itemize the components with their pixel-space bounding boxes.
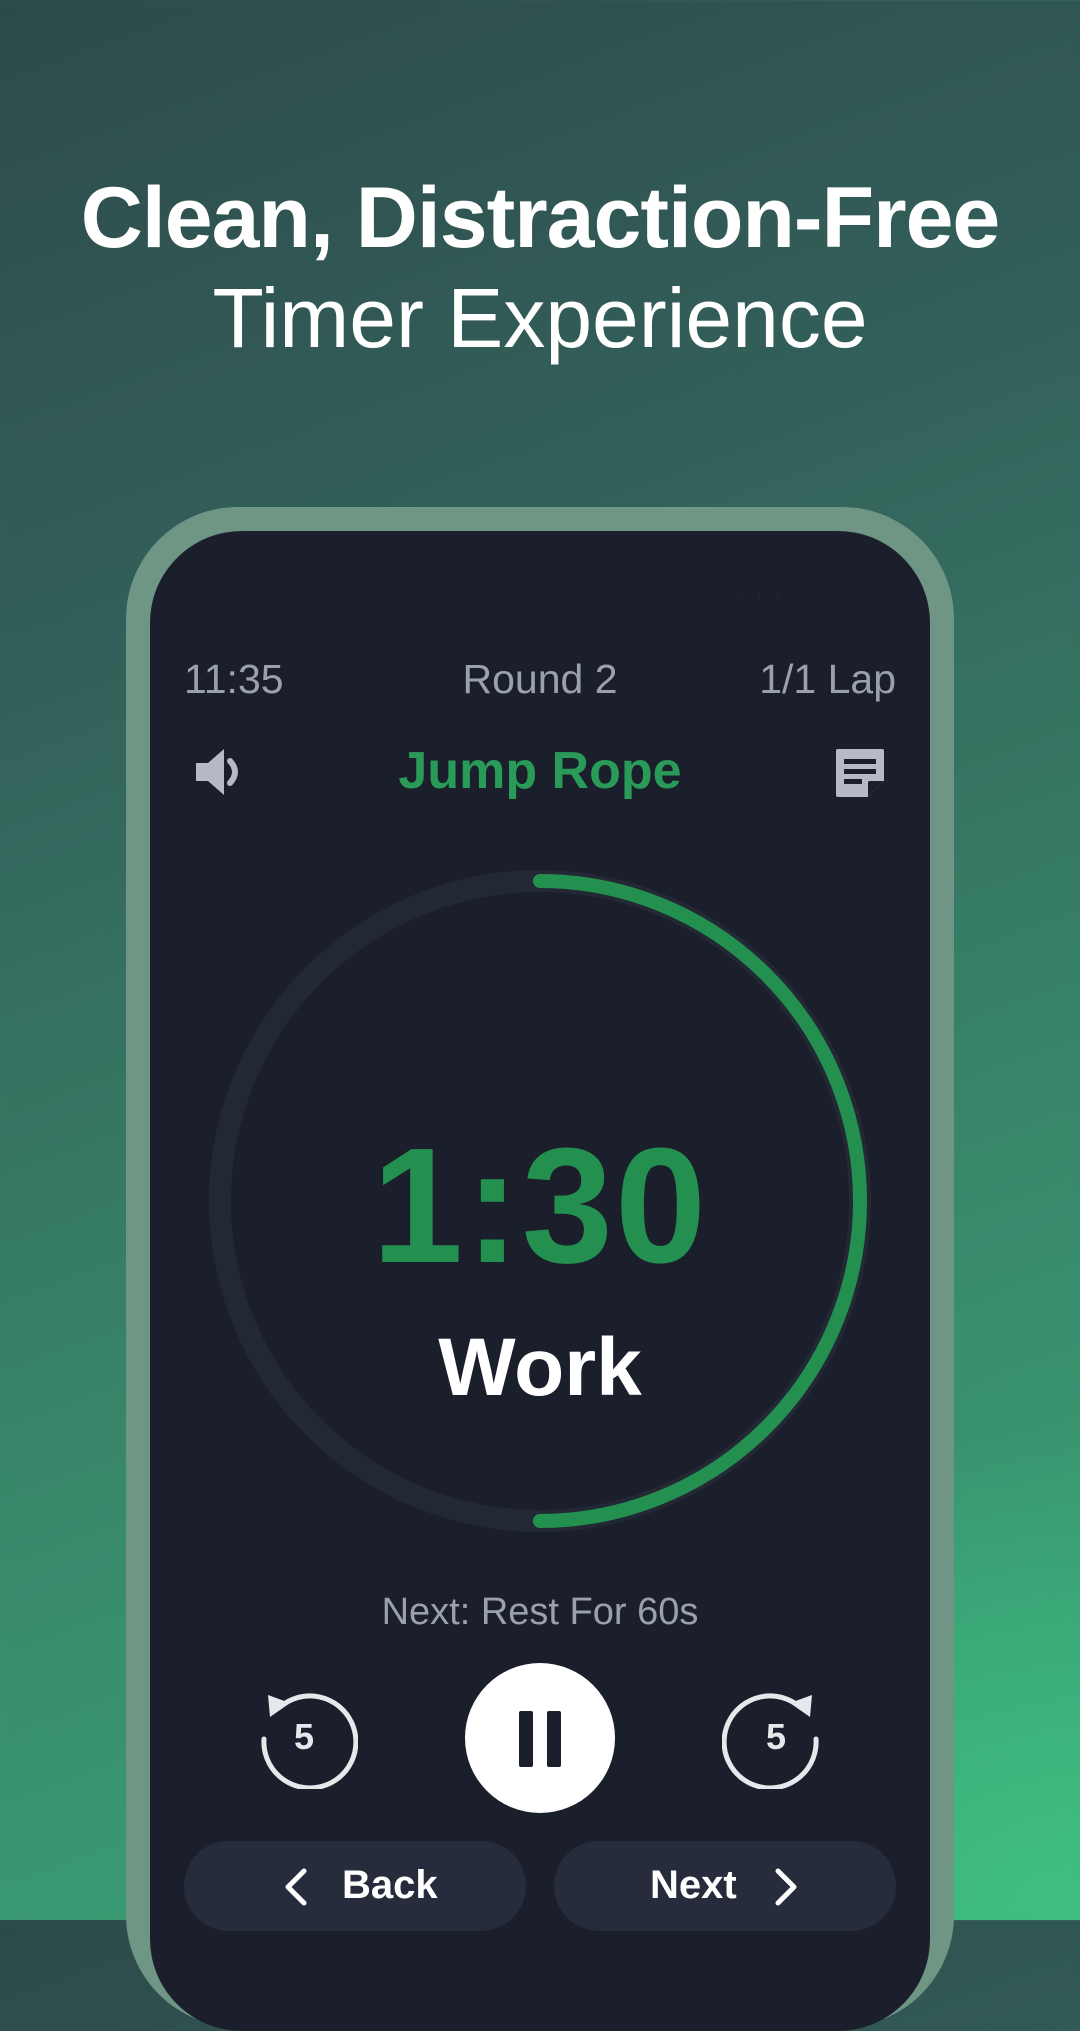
chevron-right-icon xyxy=(775,1868,797,1906)
next-interval-info: Next: Rest For 60s xyxy=(381,1591,699,1633)
exercise-name: Jump Rope xyxy=(398,742,682,800)
headline-line-1: Clean, Distraction-Free xyxy=(80,170,1000,266)
remaining-time: 1:30 xyxy=(371,1114,709,1297)
back-label: Back xyxy=(342,1863,438,1907)
status-indicators: · · · xyxy=(740,589,786,600)
sound-toggle-button[interactable] xyxy=(188,741,250,803)
next-button[interactable]: Next xyxy=(554,1841,896,1931)
phone-screen: · · · 11:35 Round 2 1/1 Lap Jump Rope 1:… xyxy=(150,531,930,2031)
pause-button[interactable] xyxy=(465,1663,615,1813)
speaker-icon xyxy=(196,749,238,795)
skip-forward-button[interactable]: 5 xyxy=(721,1681,830,1791)
phase-label: Work xyxy=(438,1322,642,1413)
skip-forward-seconds: 5 xyxy=(766,1716,786,1757)
skip-back-seconds: 5 xyxy=(294,1716,314,1757)
notes-button[interactable] xyxy=(832,745,888,801)
headline-line-2: Timer Experience xyxy=(212,271,868,365)
lap-indicator: 1/1 Lap xyxy=(759,656,896,702)
notes-icon xyxy=(836,749,884,797)
forward-5-icon: 5 xyxy=(721,1693,819,1791)
promo-headline: Clean, Distraction-Free Timer Experience xyxy=(0,168,1080,368)
rewind-5-icon: 5 xyxy=(261,1693,359,1791)
skip-back-button[interactable]: 5 xyxy=(250,1681,359,1791)
back-button[interactable]: Back xyxy=(184,1841,526,1931)
chevron-left-icon xyxy=(285,1868,307,1906)
next-label: Next xyxy=(650,1863,737,1907)
